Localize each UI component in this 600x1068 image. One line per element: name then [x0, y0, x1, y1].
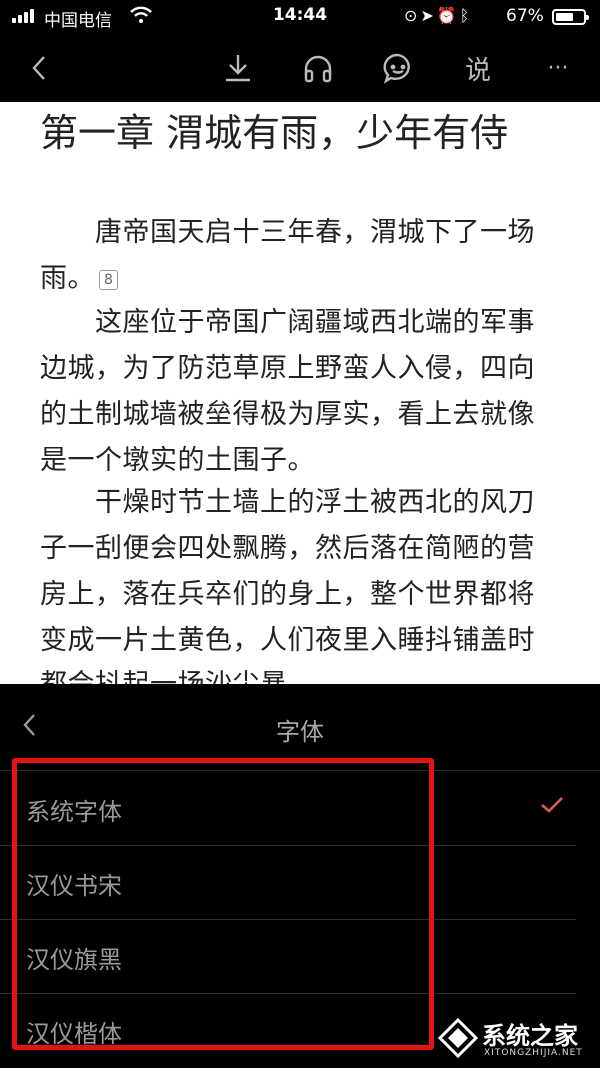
text-line: 房上，落在兵卒们的身上，整个世界都将: [40, 579, 535, 610]
battery-icon: [552, 9, 589, 25]
text-line: 变成一片土黄色，人们夜里入睡抖铺盖时: [40, 625, 535, 656]
watermark: 系统之家 XITONGZHIJIA.NET: [430, 1010, 600, 1067]
chapter-title: 第一章 渭城有雨，少年有侍: [40, 111, 509, 155]
text-line: 子一刮便会四处飘腾，然后落在简陋的营: [40, 533, 535, 564]
text-line: 是一个墩实的土围子。: [40, 445, 315, 476]
battery-percent: 67%: [506, 6, 544, 26]
text-line: 这座位于帝国广阔疆域西北端的军事: [40, 307, 535, 338]
panel-title: 字体: [276, 718, 324, 746]
text-line: 的土制城墙被垒得极为厚实，看上去就像: [40, 399, 535, 430]
listen-button[interactable]: [298, 48, 338, 88]
headphones-icon: [304, 55, 332, 83]
text-line-content: 雨。: [40, 263, 95, 294]
chevron-left-icon: [32, 56, 45, 80]
bluetooth-icon: ᛒ: [459, 6, 473, 25]
text-line: 都会抖起一场沙尘暴。: [40, 662, 315, 684]
alarm-icon: ⏰: [436, 6, 460, 25]
say-button[interactable]: 说: [458, 48, 498, 88]
back-button[interactable]: [20, 48, 60, 88]
more-button[interactable]: ···: [538, 48, 578, 88]
download-button[interactable]: [218, 48, 258, 88]
watermark-name: 系统之家: [482, 1022, 578, 1050]
comment-button[interactable]: [378, 48, 418, 88]
note-count-badge[interactable]: 8: [99, 269, 119, 290]
status-bar: 中国电信 14:44 ⊙➤⏰ᛒ 67%: [0, 0, 600, 34]
chat-bubble-icon: [383, 53, 410, 84]
text-line: 唐帝国天启十三年春，渭城下了一场: [40, 217, 535, 248]
text-line: 边城，为了防范草原上野蛮人入侵，四向: [40, 353, 535, 384]
highlight-frame: [12, 758, 434, 1050]
text-line: 干燥时节土墙上的浮土被西北的风刀: [40, 487, 535, 518]
watermark-site: XITONGZHIJIA.NET: [484, 1048, 583, 1058]
watermark-logo-icon: [438, 1018, 478, 1058]
text-line: 雨。 8: [40, 256, 119, 295]
status-icons: ⊙➤⏰ᛒ: [404, 6, 472, 25]
checkmark-icon: [540, 796, 564, 818]
location-icon: ➤: [420, 6, 437, 25]
rotation-lock-icon: ⊙: [404, 6, 421, 25]
download-icon: [226, 55, 250, 82]
reader-toolbar: 说 ···: [0, 34, 600, 102]
reading-page[interactable]: 第一章 渭城有雨，少年有侍 唐帝国天启十三年春，渭城下了一场 雨。 8 这座位于帝…: [0, 102, 600, 684]
